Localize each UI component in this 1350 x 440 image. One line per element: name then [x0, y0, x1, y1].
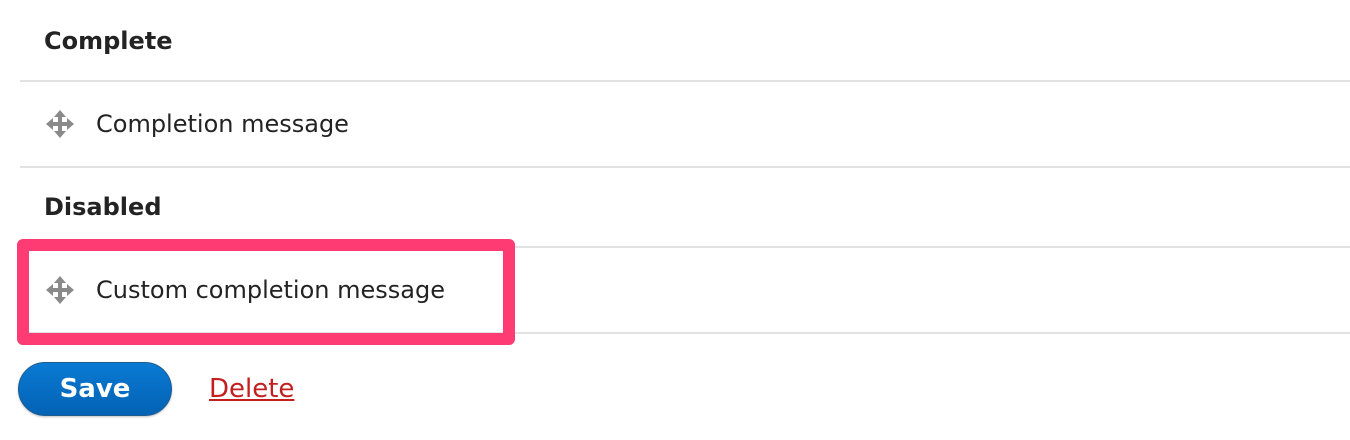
drag-handle-icon[interactable] [44, 274, 76, 306]
table-row[interactable]: Custom completion message [20, 248, 1350, 334]
save-button[interactable]: Save [18, 362, 172, 416]
row-label-custom-completion-message: Custom completion message [96, 276, 445, 304]
table-row[interactable]: Completion message [20, 82, 1350, 168]
drag-handle-icon[interactable] [44, 108, 76, 140]
block-layout-table: Complete Completion message Disabled Cus… [20, 0, 1350, 334]
row-label-completion-message: Completion message [96, 110, 349, 138]
delete-link[interactable]: Delete [209, 374, 294, 404]
region-title-complete: Complete [20, 0, 1350, 82]
form-actions: Save Delete [18, 362, 294, 416]
region-title-disabled: Disabled [20, 168, 1350, 248]
